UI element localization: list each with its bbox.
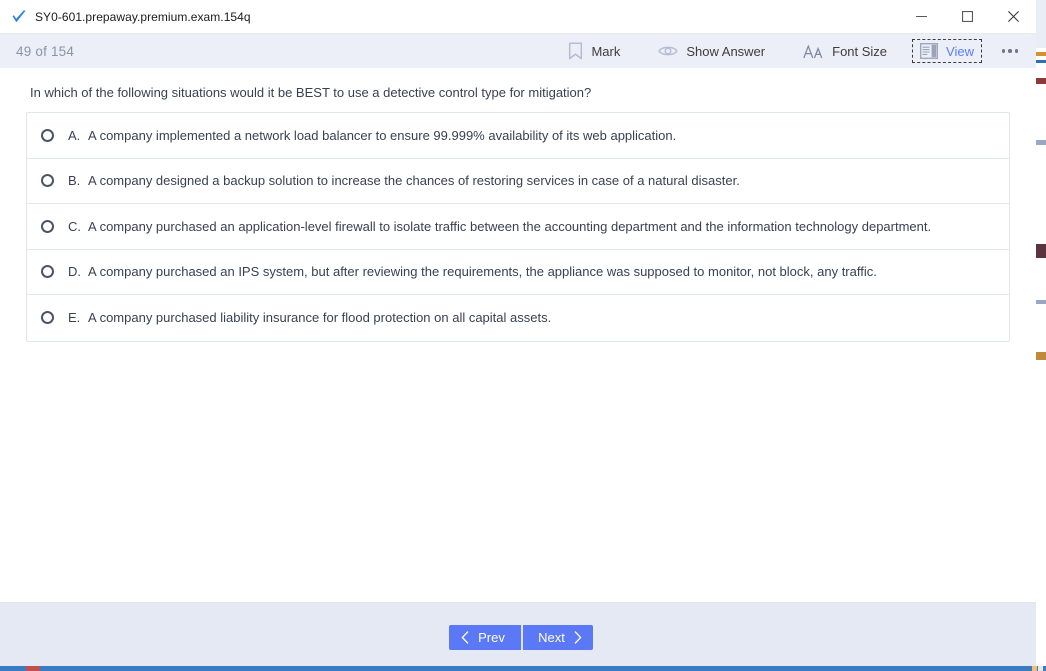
chevron-left-icon bbox=[461, 631, 469, 644]
blue-check-icon bbox=[11, 9, 27, 25]
prev-label: Prev bbox=[478, 630, 505, 645]
option-text-c: A company purchased an application-level… bbox=[88, 219, 931, 234]
radio-button-e[interactable] bbox=[41, 311, 54, 324]
answer-options-list: A. A company implemented a network load … bbox=[26, 112, 1010, 342]
window-controls bbox=[898, 0, 1036, 34]
chevron-right-icon bbox=[574, 631, 582, 644]
option-text-b: A company designed a backup solution to … bbox=[88, 173, 740, 188]
mark-label: Mark bbox=[591, 44, 620, 59]
window-title: SY0-601.prepaway.premium.exam.154q bbox=[35, 10, 251, 24]
option-row-d[interactable]: D. A company purchased an IPS system, bu… bbox=[27, 250, 1009, 296]
eye-icon bbox=[658, 44, 678, 58]
font-size-label: Font Size bbox=[832, 44, 887, 59]
taskbar-sliver-bottom bbox=[0, 666, 1046, 671]
title-bar-left: SY0-601.prepaway.premium.exam.154q bbox=[0, 9, 898, 25]
option-text-a: A company implemented a network load bal… bbox=[88, 128, 676, 143]
close-icon bbox=[1008, 11, 1019, 22]
option-row-b[interactable]: B. A company designed a backup solution … bbox=[27, 159, 1009, 205]
more-dot bbox=[1015, 49, 1019, 53]
question-stem: In which of the following situations wou… bbox=[30, 84, 1036, 101]
title-bar: SY0-601.prepaway.premium.exam.154q bbox=[0, 0, 1036, 34]
option-letter-b: B. bbox=[68, 173, 88, 188]
more-options-button[interactable] bbox=[996, 39, 1024, 63]
minimize-button[interactable] bbox=[898, 0, 944, 34]
next-label: Next bbox=[538, 630, 565, 645]
show-answer-label: Show Answer bbox=[686, 44, 765, 59]
option-letter-d: D. bbox=[68, 264, 88, 279]
layout-panel-icon bbox=[920, 43, 938, 59]
option-row-c[interactable]: C. A company purchased an application-le… bbox=[27, 204, 1009, 250]
mark-button[interactable]: Mark bbox=[560, 38, 628, 64]
option-letter-a: A. bbox=[68, 128, 88, 143]
option-letter-c: C. bbox=[68, 219, 88, 234]
close-button[interactable] bbox=[990, 0, 1036, 34]
show-answer-button[interactable]: Show Answer bbox=[650, 40, 773, 63]
option-text-d: A company purchased an IPS system, but a… bbox=[88, 264, 877, 279]
font-size-icon bbox=[803, 44, 824, 59]
maximize-icon bbox=[962, 11, 973, 22]
option-letter-e: E. bbox=[68, 310, 88, 325]
navigation-footer: Prev Next bbox=[0, 602, 1036, 666]
radio-button-a[interactable] bbox=[41, 129, 54, 142]
option-row-e[interactable]: E. A company purchased liability insuran… bbox=[27, 295, 1009, 341]
view-label: View bbox=[946, 44, 974, 59]
more-dot bbox=[1008, 49, 1012, 53]
maximize-button[interactable] bbox=[944, 0, 990, 34]
exam-toolbar: 49 of 154 Mark Show Answer bbox=[0, 34, 1036, 68]
question-panel: In which of the following situations wou… bbox=[0, 68, 1036, 602]
option-row-a[interactable]: A. A company implemented a network load … bbox=[27, 113, 1009, 159]
more-dot bbox=[1002, 49, 1006, 53]
radio-button-d[interactable] bbox=[41, 265, 54, 278]
next-button[interactable]: Next bbox=[521, 625, 593, 650]
minimize-icon bbox=[916, 11, 927, 22]
view-button[interactable]: View bbox=[912, 39, 982, 63]
exam-simulator-window: SY0-601.prepaway.premium.exam.154q 49 of… bbox=[0, 0, 1046, 671]
option-text-e: A company purchased liability insurance … bbox=[88, 310, 551, 325]
bookmark-icon bbox=[568, 42, 583, 60]
prev-button[interactable]: Prev bbox=[449, 625, 521, 650]
nav-button-group: Prev Next bbox=[449, 625, 593, 650]
toolbar-actions: Mark Show Answer Font Size bbox=[549, 38, 1036, 64]
font-size-button[interactable]: Font Size bbox=[795, 40, 895, 63]
radio-button-c[interactable] bbox=[41, 220, 54, 233]
question-counter: 49 of 154 bbox=[0, 44, 74, 59]
radio-button-b[interactable] bbox=[41, 174, 54, 187]
